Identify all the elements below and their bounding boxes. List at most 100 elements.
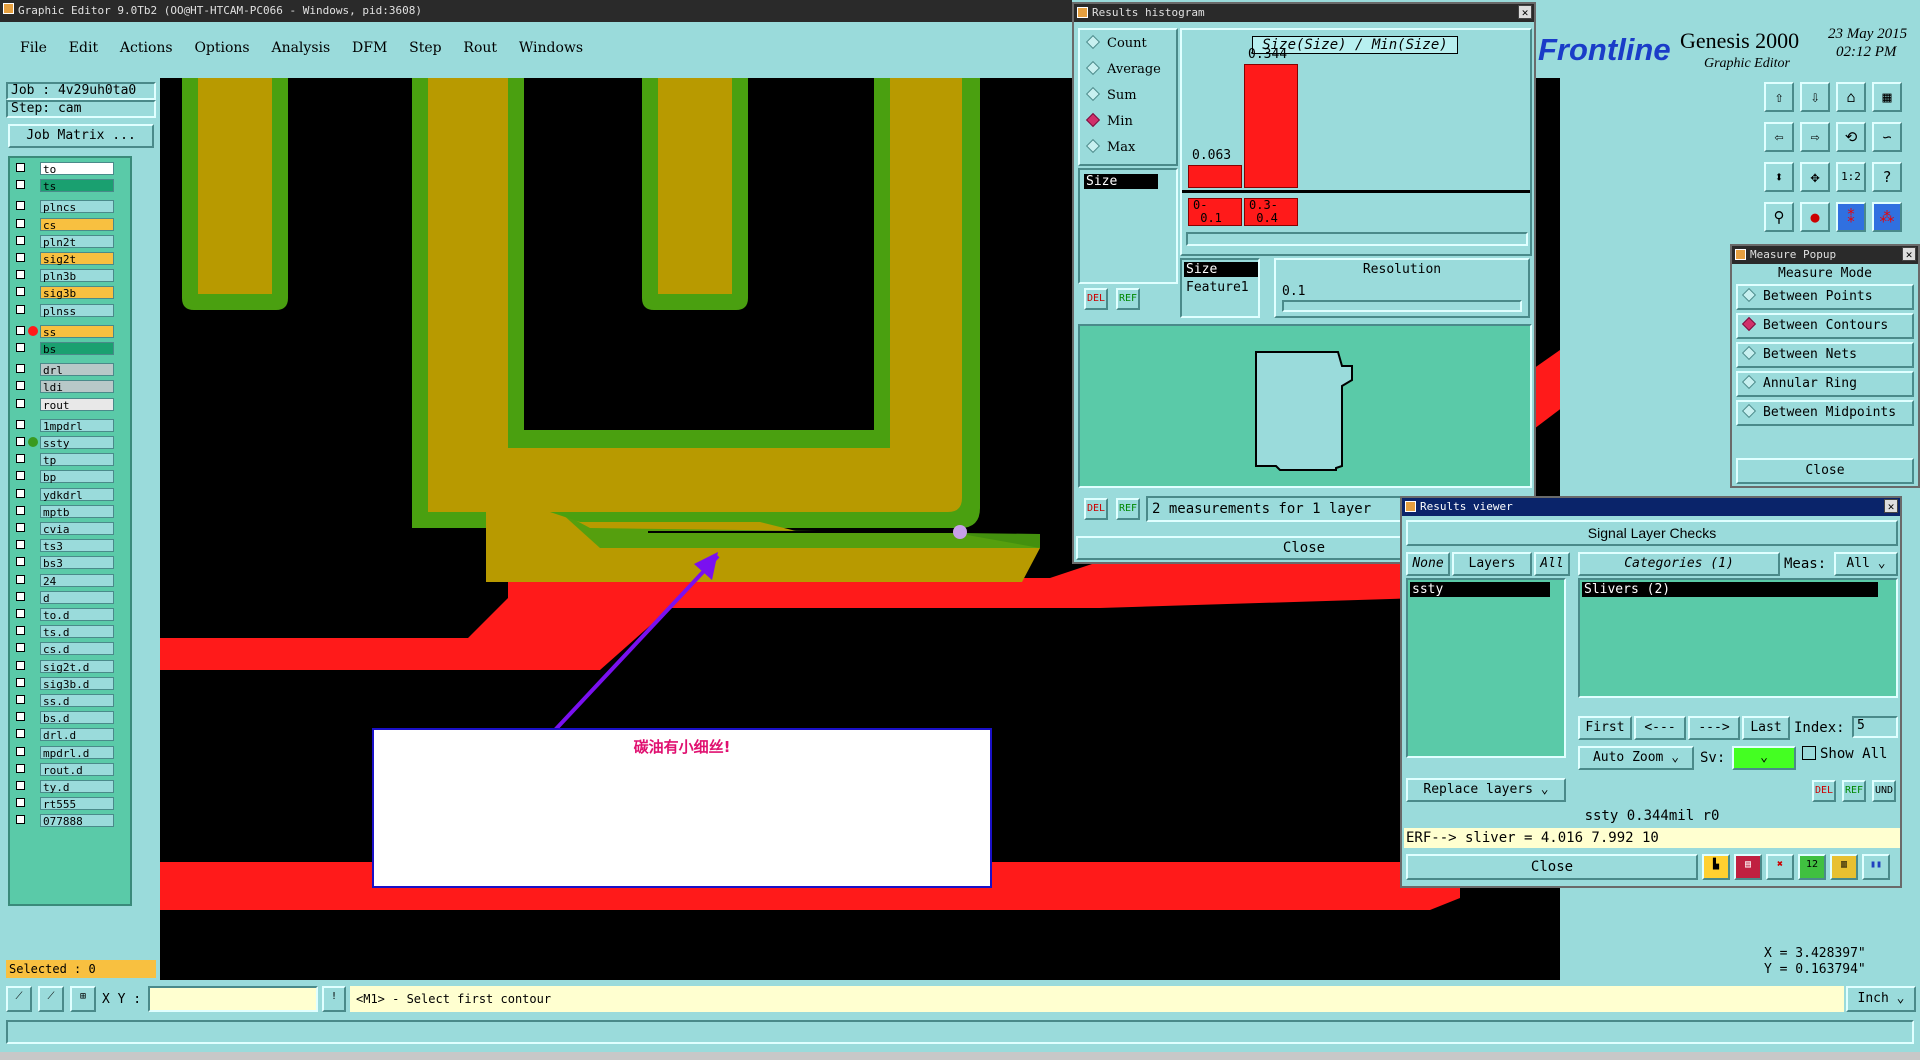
prev-button[interactable]: <--- (1634, 716, 1686, 740)
step-icon[interactable]: 12 (1798, 854, 1826, 880)
layer-label[interactable]: ty.d (40, 780, 114, 794)
meas-dropdown[interactable]: All ⌄ (1834, 552, 1898, 576)
tool-icon-7[interactable]: ⟲ (1836, 122, 1866, 152)
layer-label[interactable]: rout (40, 397, 114, 412)
layer-row-bs[interactable]: bs (14, 342, 114, 356)
layer-checkbox[interactable] (16, 304, 25, 314)
xy-input[interactable] (148, 986, 318, 1012)
layer-row-cs-d[interactable]: cs.d (14, 642, 114, 656)
layer-checkbox[interactable] (16, 270, 25, 280)
layer-row-ts-d[interactable]: ts.d (14, 625, 114, 639)
layer-checkbox[interactable] (16, 454, 25, 464)
net2-icon[interactable]: ⁂ (1872, 202, 1902, 232)
layer-row-plnss[interactable]: plnss (14, 303, 114, 318)
option-sum[interactable]: Sum (1085, 86, 1137, 103)
menu-edit[interactable]: Edit (69, 40, 98, 56)
layer-results-list[interactable]: ssty (1406, 578, 1566, 758)
layer-label[interactable]: bs.d (40, 711, 114, 725)
layer-row-drl-d[interactable]: drl.d (14, 728, 114, 742)
layer-checkbox[interactable] (16, 660, 25, 670)
tool-icon-5[interactable]: ⇦ (1764, 122, 1794, 152)
layer-label[interactable]: tp (40, 453, 114, 467)
layer-checkbox[interactable] (16, 471, 25, 481)
layer-checkbox[interactable] (16, 781, 25, 790)
layer-checkbox[interactable] (16, 218, 25, 228)
layer-checkbox[interactable] (16, 287, 25, 297)
layer-row-ss-d[interactable]: ss.d (14, 694, 114, 708)
layer-row-rout-d[interactable]: rout.d (14, 762, 114, 777)
size-item[interactable]: Size (1184, 262, 1258, 277)
ref-icon-3[interactable]: REF (1842, 780, 1866, 802)
del-icon[interactable]: DEL (1084, 288, 1108, 310)
layer-checkbox[interactable] (16, 591, 25, 601)
layer-label[interactable]: ts (40, 179, 114, 193)
layer-row-ssty[interactable]: ssty (14, 436, 114, 450)
layer-label[interactable]: pln3b (40, 269, 114, 283)
layer-row-sig2t[interactable]: sig2t (14, 252, 114, 266)
menu-analysis[interactable]: Analysis (271, 40, 330, 56)
layer-row-bs-d[interactable]: bs.d (14, 711, 114, 725)
menu-rout[interactable]: Rout (463, 40, 497, 56)
layer-row-bp[interactable]: bp (14, 470, 114, 484)
layer-row-ts[interactable]: ts (14, 179, 114, 193)
layer-checkbox[interactable] (16, 398, 25, 408)
measure-title-bar[interactable]: Measure Popup ✕ (1732, 246, 1918, 264)
layer-row-mptb[interactable]: mptb (14, 504, 114, 519)
net-icon[interactable]: ⁑ (1836, 202, 1866, 232)
none-button[interactable]: None (1406, 552, 1450, 576)
help-icon[interactable]: ? (1872, 162, 1902, 192)
layer-label[interactable]: sig2t (40, 252, 114, 266)
layer-checkbox[interactable] (16, 815, 25, 825)
bar-1-range[interactable]: 0- 0.1 (1188, 198, 1242, 226)
snap-icon[interactable]: ⟋ (6, 986, 32, 1012)
histogram-title-bar[interactable]: Results histogram ✕ (1074, 4, 1534, 22)
measure-icon[interactable]: ⚲ (1764, 202, 1794, 232)
histogram-bar-1[interactable] (1188, 165, 1242, 188)
layer-checkbox[interactable] (16, 437, 25, 446)
layer-checkbox[interactable] (16, 746, 25, 756)
layer-label[interactable]: drl.d (40, 728, 114, 742)
layer-label[interactable]: ts.d (40, 625, 114, 639)
option-min[interactable]: Min (1085, 112, 1133, 129)
layer-checkbox[interactable] (16, 763, 25, 773)
menu-step[interactable]: Step (409, 40, 441, 56)
layer-label[interactable]: ssty (40, 436, 114, 450)
layer-label[interactable]: 24 (40, 573, 114, 588)
layer-row-cs[interactable]: cs (14, 217, 114, 232)
main-title-bar[interactable]: Graphic Editor 9.0Tb2 (OO@HT-HTCAM-PC066… (0, 0, 1072, 22)
layer-row-plncs[interactable]: plncs (14, 200, 114, 214)
menu-dfm[interactable]: DFM (352, 40, 387, 56)
size-list[interactable]: Size (1078, 168, 1178, 284)
layer-checkbox[interactable] (16, 798, 25, 808)
layer-label[interactable]: drl (40, 363, 114, 377)
layer-row-drl[interactable]: drl (14, 363, 114, 377)
snap2-icon[interactable]: ⟋ (38, 986, 64, 1012)
layers-button[interactable]: Layers (1452, 552, 1532, 576)
job-matrix-button[interactable]: Job Matrix ... (8, 124, 154, 148)
units-dropdown[interactable]: Inch ⌄ (1846, 986, 1916, 1012)
last-button[interactable]: Last (1742, 716, 1790, 740)
feature-item[interactable]: Feature1 (1184, 280, 1249, 295)
layer-label[interactable]: rout.d (40, 762, 114, 777)
layer-checkbox[interactable] (16, 364, 25, 374)
option-count[interactable]: Count (1085, 34, 1147, 51)
layer-row-to[interactable]: to (14, 162, 114, 176)
viewer-close-button[interactable]: Close (1406, 854, 1698, 880)
grid-icon[interactable]: ⊞ (70, 986, 96, 1012)
size-list-item[interactable]: Size (1084, 174, 1158, 189)
layer-label[interactable]: ss.d (40, 694, 114, 708)
layer-checkbox[interactable] (16, 712, 25, 722)
menu-windows[interactable]: Windows (519, 40, 583, 56)
histogram-icon[interactable]: ▙ (1702, 854, 1730, 880)
layer-label[interactable]: mpdrl.d (40, 745, 114, 760)
results-histogram-window[interactable]: Results histogram ✕ Count Average Sum Mi… (1072, 2, 1536, 564)
layer-checkbox[interactable] (16, 729, 25, 739)
ref-icon[interactable]: REF (1116, 288, 1140, 310)
layer-checkbox[interactable] (16, 488, 25, 498)
layer-row-rout[interactable]: rout (14, 397, 114, 412)
close-icon[interactable]: ✕ (1884, 499, 1898, 513)
sv-dropdown[interactable]: ⌄ (1732, 746, 1796, 770)
tool-icon-4[interactable]: ▦ (1872, 82, 1902, 112)
fit-icon[interactable]: ⬍ (1764, 162, 1794, 192)
first-button[interactable]: First (1578, 716, 1632, 740)
